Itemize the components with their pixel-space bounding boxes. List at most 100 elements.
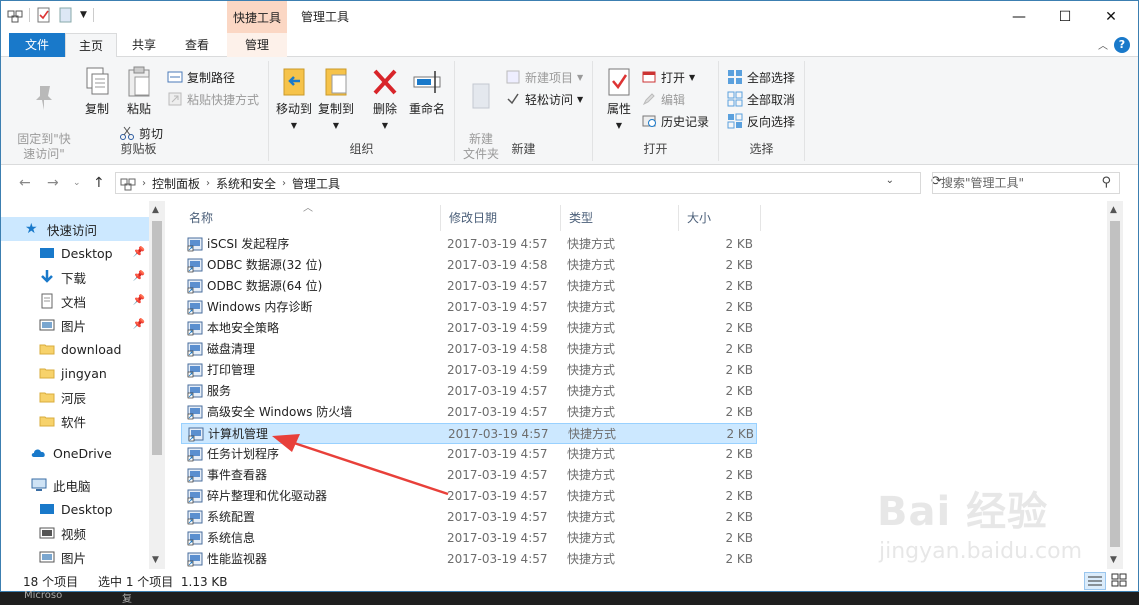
qat-dropdown-icon[interactable]: ▼ bbox=[80, 10, 87, 20]
help-icon[interactable]: ? bbox=[1114, 37, 1130, 53]
breadcrumb-system-security[interactable]: 系统和安全 bbox=[216, 175, 276, 192]
copy-button[interactable]: 复制 bbox=[77, 65, 117, 117]
column-header-name[interactable]: 名称 bbox=[181, 205, 441, 231]
search-icon[interactable]: ⚲ bbox=[1101, 173, 1111, 193]
nav-this-pc[interactable]: 此电脑 bbox=[1, 473, 149, 497]
invert-selection-button[interactable]: 反向选择 bbox=[727, 111, 795, 131]
minimize-button[interactable]: — bbox=[996, 1, 1042, 33]
file-date: 2017-03-19 4:57 bbox=[447, 405, 548, 419]
ribbon-collapse-icon[interactable]: ︿ bbox=[1098, 37, 1108, 52]
pin-icon[interactable]: 📌 bbox=[133, 295, 145, 306]
file-row[interactable]: 计算机管理 2017-03-19 4:57 快捷方式 2 KB bbox=[181, 423, 757, 444]
column-header-size[interactable]: 大小 bbox=[679, 205, 761, 231]
forward-icon[interactable]: → bbox=[47, 175, 59, 191]
pin-icon[interactable]: 📌 bbox=[133, 271, 145, 282]
nav-quick-item[interactable]: jingyan bbox=[1, 361, 149, 385]
open-button[interactable]: 打开 ▼ bbox=[641, 67, 695, 87]
address-bar[interactable]: › 控制面板 › 系统和安全 › 管理工具 ⌄ ⟳ bbox=[115, 172, 942, 194]
file-row[interactable]: 打印管理 2017-03-19 4:59 快捷方式 2 KB bbox=[181, 360, 757, 381]
tab-home[interactable]: 主页 bbox=[65, 33, 117, 58]
tab-file[interactable]: 文件 bbox=[9, 33, 65, 57]
nav-quick-item[interactable]: download bbox=[1, 337, 149, 361]
nav-quick-item[interactable]: 软件 bbox=[1, 409, 149, 433]
breadcrumb-separator-icon[interactable]: › bbox=[206, 178, 210, 189]
select-none-button[interactable]: 全部取消 bbox=[727, 89, 795, 109]
file-row[interactable]: 系统配置 2017-03-19 4:57 快捷方式 2 KB bbox=[181, 507, 757, 528]
large-icons-view-button[interactable] bbox=[1109, 572, 1131, 590]
nav-pc-pictures[interactable]: 图片 bbox=[1, 545, 149, 569]
nav-quick-item-label: download bbox=[61, 341, 122, 357]
file-row[interactable]: iSCSI 发起程序 2017-03-19 4:57 快捷方式 2 KB bbox=[181, 234, 757, 255]
taskbar-item-right[interactable]: 复 bbox=[122, 590, 132, 605]
file-row[interactable]: 磁盘清理 2017-03-19 4:58 快捷方式 2 KB bbox=[181, 339, 757, 360]
paste-button[interactable]: 粘贴 bbox=[117, 65, 161, 117]
rename-button[interactable]: 重命名 bbox=[405, 65, 449, 117]
column-header-type[interactable]: 类型 bbox=[561, 205, 679, 231]
new-item-button[interactable]: 新建项目 ▼ bbox=[505, 67, 583, 87]
file-row[interactable]: 性能监视器 2017-03-19 4:57 快捷方式 2 KB bbox=[181, 549, 757, 570]
file-row[interactable]: 高级安全 Windows 防火墙 2017-03-19 4:57 快捷方式 2 KB bbox=[181, 402, 757, 423]
quick-access-toolbar: ▼ bbox=[7, 7, 94, 23]
recent-locations-icon[interactable]: ⌄ bbox=[73, 178, 81, 188]
file-date: 2017-03-19 4:57 bbox=[447, 447, 548, 461]
breadcrumb-separator-icon[interactable]: › bbox=[282, 178, 286, 189]
app-icon[interactable] bbox=[7, 7, 23, 23]
move-to-button[interactable]: 移动到 ▼ bbox=[273, 65, 315, 133]
address-dropdown-icon[interactable]: ⌄ bbox=[886, 175, 894, 186]
new-folder-qat-icon[interactable] bbox=[58, 7, 74, 23]
nav-pc-desktop[interactable]: Desktop bbox=[1, 497, 149, 521]
nav-scrollbar[interactable]: ▲ ▼ bbox=[149, 201, 165, 569]
nav-pc-videos[interactable]: 视频 bbox=[1, 521, 149, 545]
breadcrumb-control-panel[interactable]: 控制面板 bbox=[152, 175, 200, 192]
delete-button[interactable]: 删除 ▼ bbox=[365, 65, 405, 133]
properties-button[interactable]: 属性 ▼ bbox=[599, 65, 639, 133]
breadcrumb-separator-icon[interactable]: › bbox=[142, 178, 146, 189]
file-row[interactable]: 碎片整理和优化驱动器 2017-03-19 4:57 快捷方式 2 KB bbox=[181, 486, 757, 507]
paste-label: 粘贴 bbox=[126, 102, 151, 116]
nav-quick-item[interactable]: 文档 📌 bbox=[1, 289, 149, 313]
list-scroll-up-icon[interactable]: ▲ bbox=[1110, 205, 1117, 215]
file-row[interactable]: ODBC 数据源(64 位) 2017-03-19 4:57 快捷方式 2 KB bbox=[181, 276, 757, 297]
desktop-folder-icon bbox=[40, 504, 54, 514]
file-row[interactable]: 系统信息 2017-03-19 4:57 快捷方式 2 KB bbox=[181, 528, 757, 549]
list-scroll-down-icon[interactable]: ▼ bbox=[1110, 555, 1117, 565]
select-all-button[interactable]: 全部选择 bbox=[727, 67, 795, 87]
maximize-button[interactable]: ☐ bbox=[1042, 1, 1088, 33]
nav-quick-item[interactable]: 图片 📌 bbox=[1, 313, 149, 337]
paste-shortcut-button[interactable]: 粘贴快捷方式 bbox=[167, 89, 259, 109]
scroll-down-icon[interactable]: ▼ bbox=[152, 555, 159, 565]
scroll-up-icon[interactable]: ▲ bbox=[152, 205, 159, 215]
pin-icon[interactable]: 📌 bbox=[133, 247, 145, 258]
easy-access-button[interactable]: 轻松访问 ▼ bbox=[505, 89, 583, 109]
nav-quick-access[interactable]: ★ 快速访问 bbox=[1, 217, 149, 241]
file-row[interactable]: 本地安全策略 2017-03-19 4:59 快捷方式 2 KB bbox=[181, 318, 757, 339]
nav-onedrive[interactable]: OneDrive bbox=[1, 441, 149, 465]
file-row[interactable]: ODBC 数据源(32 位) 2017-03-19 4:58 快捷方式 2 KB bbox=[181, 255, 757, 276]
properties-qat-icon[interactable] bbox=[36, 7, 52, 23]
file-row[interactable]: 事件查看器 2017-03-19 4:57 快捷方式 2 KB bbox=[181, 465, 757, 486]
close-button[interactable]: ✕ bbox=[1088, 1, 1134, 33]
history-button[interactable]: 历史记录 bbox=[641, 111, 709, 131]
tab-manage[interactable]: 管理 bbox=[227, 33, 287, 57]
tab-share[interactable]: 共享 bbox=[119, 33, 169, 57]
tab-view[interactable]: 查看 bbox=[171, 33, 223, 57]
back-icon[interactable]: ← bbox=[19, 175, 31, 191]
search-input[interactable]: 搜索"管理工具" ⚲ bbox=[932, 172, 1120, 194]
file-row[interactable]: Windows 内存诊断 2017-03-19 4:57 快捷方式 2 KB bbox=[181, 297, 757, 318]
list-scrollbar-thumb[interactable] bbox=[1110, 221, 1120, 547]
column-header-date[interactable]: 修改日期 bbox=[441, 205, 561, 231]
edit-button[interactable]: 编辑 bbox=[641, 89, 685, 109]
copy-path-button[interactable]: 复制路径 bbox=[167, 67, 235, 87]
copy-to-button[interactable]: 复制到 ▼ bbox=[315, 65, 357, 133]
taskbar-item-left[interactable]: Microso bbox=[24, 590, 62, 601]
nav-quick-item[interactable]: 下载 📌 bbox=[1, 265, 149, 289]
shortcut-file-icon bbox=[187, 405, 203, 420]
up-icon[interactable]: ↑ bbox=[93, 175, 105, 191]
nav-scrollbar-thumb[interactable] bbox=[152, 221, 162, 455]
file-row[interactable]: 服务 2017-03-19 4:57 快捷方式 2 KB bbox=[181, 381, 757, 402]
pin-icon[interactable]: 📌 bbox=[133, 319, 145, 330]
file-row[interactable]: 任务计划程序 2017-03-19 4:57 快捷方式 2 KB bbox=[181, 444, 757, 465]
nav-quick-item[interactable]: Desktop 📌 bbox=[1, 241, 149, 265]
breadcrumb-admin-tools[interactable]: 管理工具 bbox=[292, 175, 340, 192]
nav-quick-item[interactable]: 河辰 bbox=[1, 385, 149, 409]
